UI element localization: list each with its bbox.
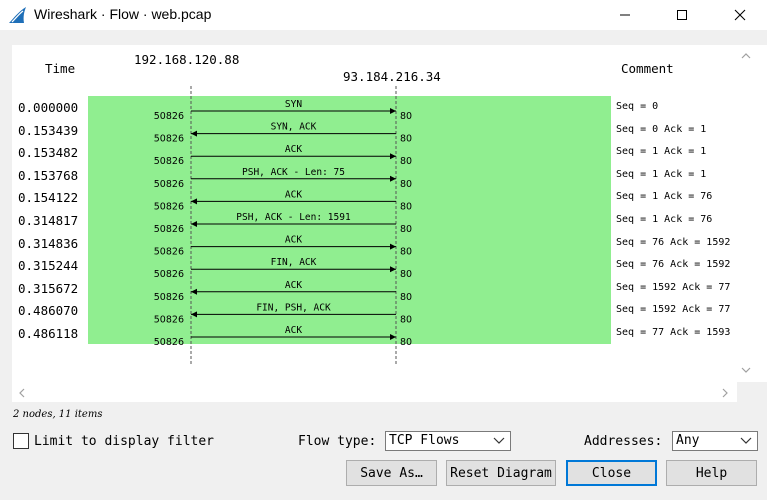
flow-type-select[interactable]: TCP Flows [385, 431, 511, 451]
flow-label: PSH, ACK - Len: 75 [242, 167, 345, 178]
flow-label: PSH, ACK - Len: 1591 [236, 212, 351, 223]
packet-time: 0.315244 [18, 258, 79, 274]
close-window-button[interactable] [717, 0, 763, 30]
packet-comment: Seq = 1 Ack = 76 [616, 191, 713, 203]
packet-time: 0.154122 [18, 190, 79, 206]
scroll-left-arrow-icon[interactable] [17, 387, 27, 399]
packet-time: 0.000000 [18, 100, 79, 115]
save-as-button[interactable]: Save As… [346, 460, 437, 486]
packet-time: 0.314836 [18, 235, 79, 251]
title-bar: Wireshark · Flow · web.pcap [0, 0, 767, 30]
source-port: 50826 [154, 156, 184, 167]
limit-filter-checkbox[interactable] [13, 433, 29, 449]
flow-label: ACK [285, 144, 302, 155]
source-port: 50826 [154, 269, 184, 280]
scroll-down-arrow-icon[interactable] [740, 365, 752, 375]
packet-time: 0.315672 [18, 280, 79, 296]
destination-port: 80 [400, 337, 412, 348]
source-port: 50826 [154, 201, 184, 212]
close-icon [734, 9, 746, 21]
packet-comment: Seq = 0 Ack = 1 [616, 123, 707, 135]
packet-time: 0.153482 [18, 145, 79, 161]
help-button[interactable]: Help [666, 460, 757, 486]
flow-label: FIN, ACK [271, 257, 317, 268]
packet-comment: Seq = 1 Ack = 76 [616, 214, 713, 225]
packet-comment: Seq = 1 Ack = 1 [616, 168, 707, 180]
source-port: 50826 [154, 314, 184, 325]
destination-port: 80 [400, 156, 412, 167]
limit-filter-label: Limit to display filter [34, 434, 215, 449]
flow-label: ACK [285, 280, 302, 291]
status-label: 2 nodes, 11 items [13, 409, 103, 420]
destination-port: 80 [400, 247, 412, 258]
source-port: 50826 [154, 224, 184, 235]
flow-label: ACK [285, 235, 302, 246]
minimize-button[interactable] [602, 0, 648, 30]
source-port: 50826 [154, 179, 184, 190]
flow-label: SYN, ACK [271, 122, 317, 133]
packet-time: 0.486118 [18, 326, 79, 341]
window-title: Wireshark · Flow · web.pcap [34, 6, 212, 22]
packet-comment: Seq = 1592 Ack = 77 [616, 304, 731, 316]
destination-port: 80 [400, 314, 412, 325]
destination-port: 80 [400, 201, 412, 212]
addresses-label: Addresses: [584, 434, 663, 449]
close-button[interactable]: Close [566, 460, 657, 486]
addresses-value: Any [676, 433, 700, 448]
source-port: 50826 [154, 111, 184, 122]
vertical-scrollbar[interactable] [736, 45, 756, 382]
source-port: 50826 [154, 134, 184, 145]
packet-time: 0.153439 [18, 122, 79, 138]
destination-port: 80 [400, 292, 412, 303]
flow-label: ACK [285, 189, 302, 200]
destination-port: 80 [400, 111, 412, 122]
horizontal-scrollbar[interactable] [12, 382, 737, 402]
maximize-icon [677, 10, 687, 20]
packet-comment: Seq = 1592 Ack = 77 [616, 281, 731, 293]
packet-time: 0.486070 [18, 303, 79, 319]
packet-comment: Seq = 77 Ack = 1593 [616, 327, 731, 338]
chevron-down-icon [493, 437, 505, 444]
destination-port: 80 [400, 134, 412, 145]
addresses-select[interactable]: Any [672, 431, 758, 451]
source-port: 50826 [154, 247, 184, 258]
destination-port: 80 [400, 179, 412, 190]
flow-type-value: TCP Flows [389, 433, 460, 448]
packet-comment: Seq = 0 [616, 101, 659, 112]
packet-comment: Seq = 1 Ack = 1 [616, 146, 707, 158]
flow-type-label: Flow type: [298, 434, 377, 449]
flow-label: SYN [285, 99, 302, 110]
destination-port: 80 [400, 224, 412, 235]
flow-label: FIN, PSH, ACK [256, 302, 331, 313]
maximize-button[interactable] [659, 0, 705, 30]
packet-time: 0.153768 [18, 167, 79, 183]
chevron-down-icon [740, 437, 752, 444]
packet-time: 0.314817 [18, 213, 79, 228]
destination-port: 80 [400, 269, 412, 280]
minimize-icon [620, 14, 630, 16]
wireshark-fin-icon [9, 7, 26, 23]
flow-label: ACK [285, 325, 302, 336]
comment-column-header: Comment [621, 61, 674, 76]
flow-diagram[interactable]: SYN 50826 80 SYN, ACK 50826 80 ACK 50826 80 PSH, … [14, 46, 611, 380]
source-port: 50826 [154, 292, 184, 303]
reset-diagram-button[interactable]: Reset Diagram [446, 460, 556, 486]
scroll-right-arrow-icon[interactable] [720, 387, 730, 399]
source-port: 50826 [154, 337, 184, 348]
scroll-up-arrow-icon[interactable] [740, 51, 752, 61]
packet-comment: Seq = 76 Ack = 1592 [616, 236, 731, 248]
packet-comment: Seq = 76 Ack = 1592 [616, 259, 731, 271]
